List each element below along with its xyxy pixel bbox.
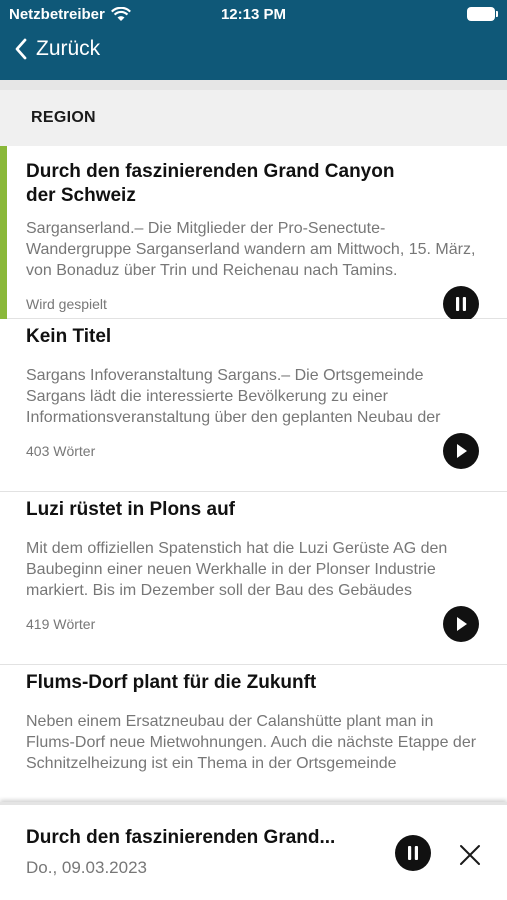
status-time: 12:13 PM bbox=[220, 6, 287, 23]
article-meta: 419 Wörter bbox=[26, 616, 96, 632]
article-excerpt: Mit dem offiziellen Spatenstich hat die … bbox=[26, 540, 448, 599]
article-excerpt: Neben einem Ersatzneubau der Calanshütte… bbox=[26, 713, 477, 772]
play-icon bbox=[457, 444, 467, 458]
article-item[interactable]: Durch den faszinierenden Grand Canyon de… bbox=[0, 146, 507, 329]
chevron-left-icon bbox=[15, 38, 27, 60]
header-divider bbox=[0, 80, 507, 90]
article-list: Durch den faszinierenden Grand Canyon de… bbox=[0, 146, 507, 838]
article-title: Luzi rüstet in Plons auf bbox=[26, 499, 236, 520]
play-button[interactable] bbox=[443, 606, 479, 642]
article-title: Kein Titel bbox=[26, 326, 112, 347]
article-meta: Wird gespielt bbox=[26, 296, 107, 312]
status-bar: Netzbetreiber 12:13 PM bbox=[0, 0, 507, 30]
play-icon bbox=[457, 617, 467, 631]
pause-icon bbox=[408, 846, 418, 860]
section-header: REGION bbox=[0, 90, 507, 146]
play-button[interactable] bbox=[443, 433, 479, 469]
app-header: Netzbetreiber 12:13 PM Zurück bbox=[0, 0, 507, 80]
article-item[interactable]: Luzi rüstet in Plons auf Mit dem offizie… bbox=[0, 492, 507, 665]
article-excerpt: Sarganserland.– Die Mitglieder der Pro-S… bbox=[26, 220, 476, 279]
pause-icon bbox=[456, 297, 466, 311]
close-icon[interactable] bbox=[458, 843, 482, 867]
back-label: Zurück bbox=[36, 37, 101, 60]
pause-button[interactable] bbox=[443, 286, 479, 322]
player-title: Durch den faszinierenden Grand... bbox=[26, 827, 336, 848]
back-button[interactable]: Zurück bbox=[14, 37, 100, 61]
article-excerpt: Sargans Infoveranstaltung Sargans.– Die … bbox=[26, 367, 441, 426]
article-title: Durch den faszinierenden Grand Canyon de… bbox=[26, 161, 395, 206]
article-title: Flums-Dorf plant für die Zukunft bbox=[26, 672, 317, 693]
article-item[interactable]: Kein Titel Sargans Infoveranstaltung Sar… bbox=[0, 319, 507, 492]
battery-icon bbox=[467, 7, 498, 21]
mini-player[interactable]: Durch den faszinierenden Grand... Do., 0… bbox=[0, 802, 507, 900]
section-title: REGION bbox=[31, 109, 96, 126]
article-meta: 403 Wörter bbox=[26, 443, 96, 459]
player-date: Do., 09.03.2023 bbox=[26, 858, 147, 877]
player-pause-button[interactable] bbox=[395, 835, 431, 871]
